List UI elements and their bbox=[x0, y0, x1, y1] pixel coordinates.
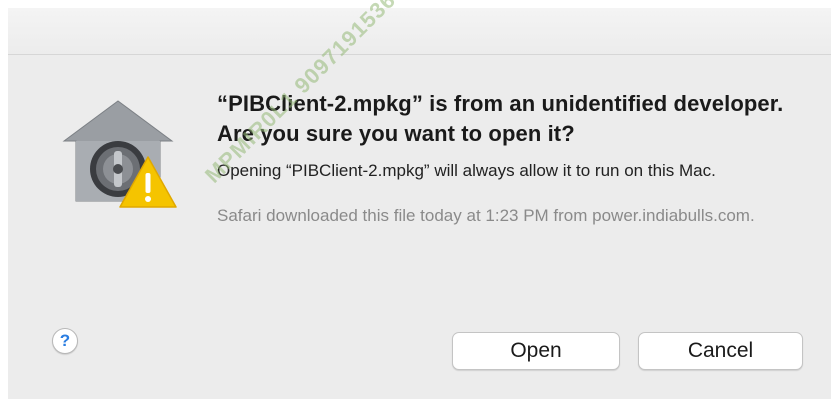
dialog-body-text: Opening “PIBClient-2.mpkg” will always a… bbox=[217, 161, 716, 180]
gatekeeper-warning-icon bbox=[56, 89, 181, 214]
security-alert-dialog: “PIBClient-2.mpkg” is from an unidentifi… bbox=[8, 54, 831, 399]
cancel-button[interactable]: Cancel bbox=[638, 332, 803, 370]
dialog-text-area: “PIBClient-2.mpkg” is from an unidentifi… bbox=[217, 89, 817, 228]
dialog-download-info: Safari downloaded this file today at 1:2… bbox=[217, 206, 755, 225]
help-button[interactable]: ? bbox=[52, 328, 78, 354]
window: “PIBClient-2.mpkg” is from an unidentifi… bbox=[0, 0, 831, 403]
window-titlebar bbox=[8, 8, 831, 54]
open-button[interactable]: Open bbox=[452, 332, 620, 370]
